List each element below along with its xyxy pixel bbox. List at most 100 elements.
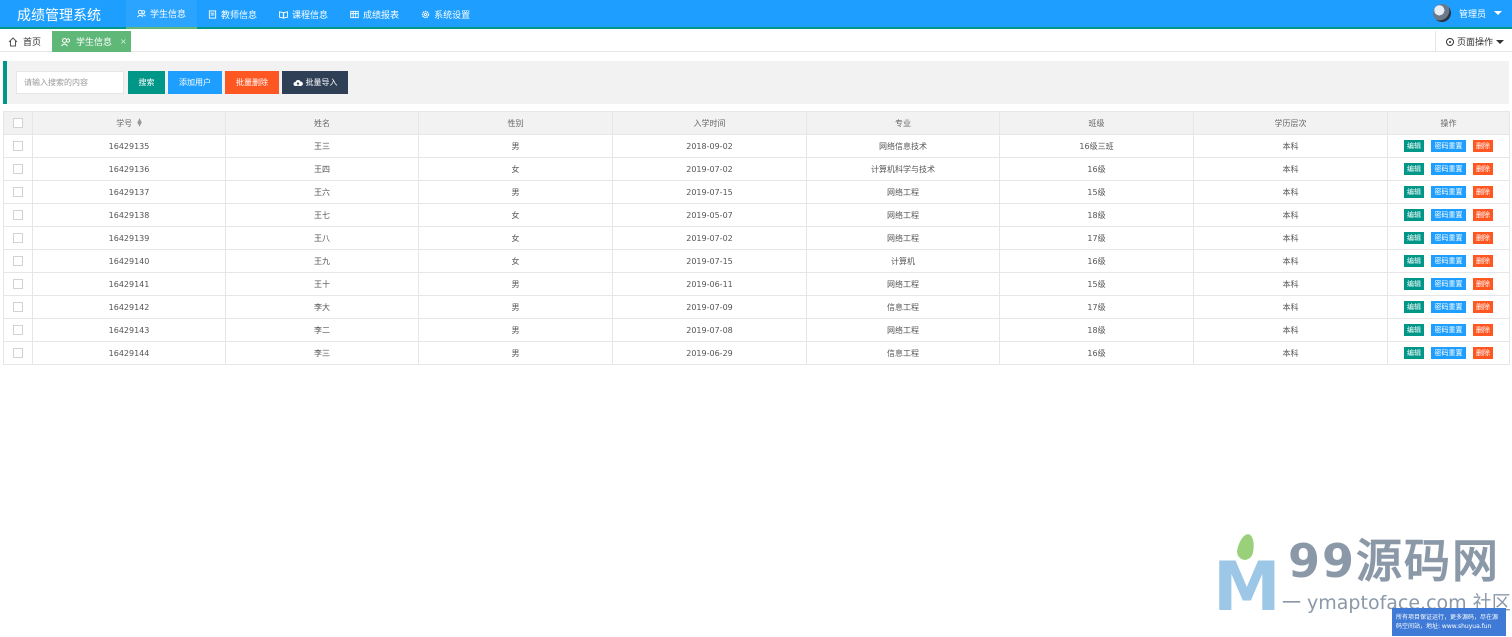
nav-item-student-info[interactable]: 学生信息	[126, 0, 198, 29]
row-checkbox[interactable]	[13, 348, 23, 358]
cell-gender: 男	[418, 134, 613, 158]
nav-item-label: 系统设置	[434, 11, 471, 21]
row-checkbox[interactable]	[13, 325, 23, 335]
cell-major: 信息工程	[806, 295, 1000, 319]
cell-student-id: 16429136	[32, 157, 226, 181]
row-actions-cell: 编辑 密码重置 删除	[1387, 341, 1510, 365]
row-checkbox[interactable]	[13, 233, 23, 243]
user-name: 管理员	[1458, 9, 1486, 20]
nav-item-score-report[interactable]: 成绩报表	[339, 0, 410, 29]
add-user-button[interactable]: 添加用户	[168, 71, 222, 94]
delete-button[interactable]: 删除	[1473, 324, 1493, 336]
user-menu[interactable]: 管理员	[1432, 4, 1502, 22]
select-all-checkbox[interactable]	[13, 118, 23, 128]
row-checkbox[interactable]	[13, 141, 23, 151]
edit-button[interactable]: 编辑	[1404, 301, 1424, 313]
nav-item-label: 教师信息	[221, 11, 258, 21]
edit-button[interactable]: 编辑	[1404, 186, 1424, 198]
delete-button[interactable]: 删除	[1473, 347, 1493, 359]
nav-item-course-info[interactable]: 课程信息	[268, 0, 339, 29]
row-checkbox[interactable]	[13, 210, 23, 220]
gear-icon	[421, 10, 430, 19]
column-header-gender: 性别	[418, 111, 613, 135]
row-checkbox[interactable]	[13, 187, 23, 197]
cell-enroll-date: 2018-09-02	[612, 134, 807, 158]
reset-password-button[interactable]: 密码重置	[1431, 278, 1466, 290]
cell-name: 李二	[225, 318, 419, 342]
edit-button[interactable]: 编辑	[1404, 209, 1424, 221]
cell-student-id: 16429137	[32, 180, 226, 204]
cell-education-level: 本科	[1193, 180, 1388, 204]
reset-password-button[interactable]: 密码重置	[1431, 186, 1466, 198]
column-header-enroll-date: 入学时间	[612, 111, 807, 135]
delete-button[interactable]: 删除	[1473, 278, 1493, 290]
table-body: 16429135 王三男 2018-09-02 网络信息技术 16级三班 本科 编辑 密码重置…	[3, 134, 1510, 365]
row-checkbox[interactable]	[13, 164, 23, 174]
nav-item-system-settings[interactable]: 系统设置	[410, 0, 481, 29]
table-row: 16429136 王四女 2019-07-02 计算机科学与技术 16级 本科 编辑 密码重置…	[3, 157, 1510, 181]
cell-class: 16级	[999, 341, 1194, 365]
batch-import-button[interactable]: 批量导入	[282, 71, 348, 94]
reset-password-button[interactable]: 密码重置	[1431, 209, 1466, 221]
row-actions: 编辑 密码重置 删除	[1389, 186, 1509, 198]
edit-button[interactable]: 编辑	[1404, 347, 1424, 359]
delete-button[interactable]: 删除	[1473, 301, 1493, 313]
reset-password-button[interactable]: 密码重置	[1431, 347, 1466, 359]
edit-button[interactable]: 编辑	[1404, 140, 1424, 152]
tab-student-info-label: 学生信息	[76, 38, 113, 48]
column-header-label: 学号	[116, 118, 133, 128]
batch-delete-button[interactable]: 批量删除	[225, 71, 279, 94]
cell-major: 计算机	[806, 249, 1000, 273]
edit-button[interactable]: 编辑	[1404, 232, 1424, 244]
reset-password-button[interactable]: 密码重置	[1431, 232, 1466, 244]
row-checkbox[interactable]	[13, 256, 23, 266]
delete-button[interactable]: 删除	[1473, 186, 1493, 198]
row-actions-cell: 编辑 密码重置 删除	[1387, 295, 1510, 319]
column-header-name: 姓名	[225, 111, 419, 135]
reset-password-button[interactable]: 密码重置	[1431, 163, 1466, 175]
delete-button[interactable]: 删除	[1473, 140, 1493, 152]
sort-icon[interactable]: ▲ ▼	[137, 118, 142, 128]
search-input[interactable]	[16, 71, 124, 94]
tab-bar: 首页 学生信息 × 页面操作	[0, 31, 1512, 52]
row-checkbox[interactable]	[13, 279, 23, 289]
tab-student-info[interactable]: 学生信息 ×	[52, 31, 131, 52]
row-actions-cell: 编辑 密码重置 删除	[1387, 226, 1510, 250]
edit-button[interactable]: 编辑	[1404, 255, 1424, 267]
row-actions-cell: 编辑 密码重置 删除	[1387, 203, 1510, 227]
tab-home[interactable]: 首页	[0, 31, 52, 52]
row-actions-cell: 编辑 密码重置 删除	[1387, 318, 1510, 342]
delete-button[interactable]: 删除	[1473, 209, 1493, 221]
cell-class: 17级	[999, 226, 1194, 250]
cell-student-id: 16429144	[32, 341, 226, 365]
page-operations-button[interactable]: 页面操作	[1435, 31, 1512, 52]
app-title: 成绩管理系统	[17, 8, 101, 24]
reset-password-button[interactable]: 密码重置	[1431, 324, 1466, 336]
cell-major: 网络工程	[806, 180, 1000, 204]
reset-password-button[interactable]: 密码重置	[1431, 140, 1466, 152]
row-checkbox[interactable]	[13, 302, 23, 312]
search-button[interactable]: 搜索	[128, 71, 165, 94]
row-select-cell	[3, 341, 33, 365]
home-icon	[8, 36, 18, 46]
book-icon	[279, 11, 289, 19]
table-row: 16429137 王六男 2019-07-15 网络工程 15级 本科 编辑 密码重置 删除	[3, 180, 1510, 204]
close-icon[interactable]: ×	[120, 37, 127, 46]
reset-password-button[interactable]: 密码重置	[1431, 255, 1466, 267]
reset-password-button[interactable]: 密码重置	[1431, 301, 1466, 313]
student-table: 学号 ▲ ▼ 姓名 性别 入学时间 专业 班级 学历层次 操作 16429135 王三…	[3, 111, 1510, 365]
cell-education-level: 本科	[1193, 295, 1388, 319]
cell-major: 网络工程	[806, 272, 1000, 296]
cell-gender: 男	[418, 295, 613, 319]
row-actions-cell: 编辑 密码重置 删除	[1387, 272, 1510, 296]
delete-button[interactable]: 删除	[1473, 232, 1493, 244]
edit-button[interactable]: 编辑	[1404, 163, 1424, 175]
target-icon	[1446, 37, 1454, 46]
delete-button[interactable]: 删除	[1473, 255, 1493, 267]
column-header-student-id[interactable]: 学号 ▲ ▼	[32, 111, 226, 135]
edit-button[interactable]: 编辑	[1404, 324, 1424, 336]
column-header-major: 专业	[806, 111, 1000, 135]
edit-button[interactable]: 编辑	[1404, 278, 1424, 290]
delete-button[interactable]: 删除	[1473, 163, 1493, 175]
nav-item-teacher-info[interactable]: 教师信息	[197, 0, 268, 29]
